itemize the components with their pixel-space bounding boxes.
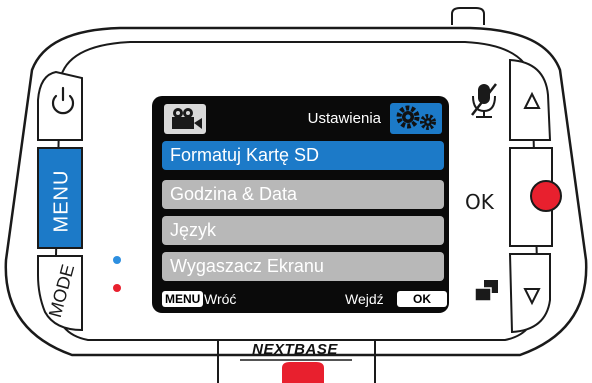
menu-item-format-sd[interactable]: Formatuj Kartę SD [162,141,444,170]
menu-key-hint: MENU [162,291,204,307]
settings-gears-icon [396,105,436,130]
menu-item-time-date[interactable]: Godzina & Data [162,180,444,209]
ok-key-hint: OK [397,291,447,307]
screen-title: Ustawienia [307,110,381,127]
video-camera-icon [172,108,202,129]
status-led-red [113,284,121,292]
mode-button-label[interactable]: MODE [44,250,80,332]
back-hint: Wróć [204,291,237,307]
brand-logo: NEXTBASE [252,341,338,358]
screen-footer: MENU Wróć Wejdź OK [152,286,449,313]
menu-item-screen-saver[interactable]: Wygaszacz Ekranu [162,252,444,281]
video-mode-tile [164,104,206,134]
lcd-screen: Ustawienia Formatuj Kartę SD Godzina & D… [152,96,449,313]
status-led-blue [113,256,121,264]
enter-hint: Wejdź [345,291,384,307]
power-button[interactable] [37,70,83,141]
menu-item-language[interactable]: Język [162,216,444,245]
settings-tile [390,103,442,134]
record-button[interactable] [530,180,562,212]
ok-label: OK [465,190,494,214]
menu-button-label[interactable]: MENU [40,155,84,247]
mount-release-tab [282,362,324,383]
